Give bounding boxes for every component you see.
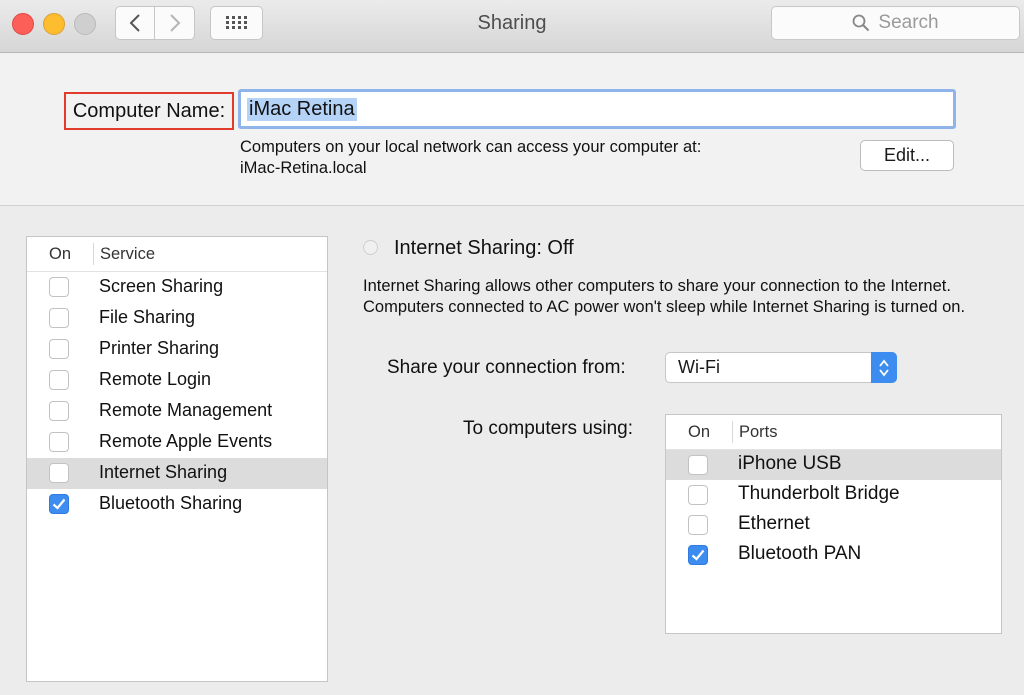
- to-computers-label: To computers using:: [463, 418, 634, 439]
- back-button[interactable]: [115, 6, 155, 40]
- zoom-window-button[interactable]: [74, 13, 96, 35]
- computer-name-value: iMac Retina: [247, 97, 357, 121]
- service-row[interactable]: Screen Sharing: [27, 272, 327, 303]
- computer-name-label: Computer Name:: [64, 92, 234, 130]
- minimize-window-button[interactable]: [43, 13, 65, 35]
- column-header-ports[interactable]: Ports: [739, 423, 778, 442]
- internet-sharing-status: Internet Sharing: Off: [394, 237, 574, 259]
- checkbox[interactable]: [49, 308, 69, 328]
- service-row[interactable]: Bluetooth Sharing: [27, 489, 327, 520]
- service-row[interactable]: Remote Management: [27, 396, 327, 427]
- edit-button[interactable]: Edit...: [860, 140, 954, 171]
- column-header-on[interactable]: On: [688, 423, 710, 442]
- port-row-label: iPhone USB: [738, 453, 842, 474]
- column-header-on[interactable]: On: [49, 245, 71, 264]
- checkbox[interactable]: [49, 339, 69, 359]
- checkbox[interactable]: [49, 463, 69, 483]
- port-row[interactable]: Thunderbolt Bridge: [666, 480, 1001, 510]
- checkbox[interactable]: [49, 277, 69, 297]
- service-row-label: File Sharing: [99, 307, 196, 327]
- port-row-label: Bluetooth PAN: [738, 543, 862, 564]
- forward-button[interactable]: [155, 6, 195, 40]
- services-table: On Service Screen Sharing File Sharing Pri…: [26, 236, 328, 682]
- service-row[interactable]: File Sharing: [27, 303, 327, 334]
- service-row[interactable]: Internet Sharing: [27, 458, 327, 489]
- search-icon: [852, 14, 870, 32]
- checkbox[interactable]: [688, 455, 708, 475]
- ports-table: On Ports iPhone USB Thunderbolt Bridge Eth…: [665, 414, 1002, 634]
- port-row[interactable]: Ethernet: [666, 510, 1001, 540]
- service-row-label: Remote Login: [99, 369, 212, 389]
- port-row[interactable]: iPhone USB: [666, 450, 1001, 480]
- services-header: On Service: [27, 237, 327, 272]
- service-row[interactable]: Remote Apple Events: [27, 427, 327, 458]
- checkmark-icon: [52, 498, 66, 510]
- show-all-button[interactable]: [210, 6, 263, 40]
- service-row-label: Remote Apple Events: [99, 431, 273, 451]
- ports-list: iPhone USB Thunderbolt Bridge Ethernet Blue…: [666, 450, 1001, 570]
- grid-icon: [225, 16, 247, 29]
- port-row-label: Ethernet: [738, 513, 810, 534]
- port-row[interactable]: Bluetooth PAN: [666, 540, 1001, 570]
- column-header-service[interactable]: Service: [100, 245, 155, 264]
- checkbox[interactable]: [49, 494, 69, 514]
- close-window-button[interactable]: [12, 13, 34, 35]
- ports-header: On Ports: [666, 415, 1001, 450]
- service-row-label: Internet Sharing: [99, 462, 228, 482]
- share-from-value: Wi-Fi: [678, 357, 720, 377]
- checkbox[interactable]: [49, 401, 69, 421]
- column-divider: [732, 421, 733, 443]
- share-from-label: Share your connection from:: [387, 357, 626, 378]
- internet-sharing-description: Internet Sharing allows other computers …: [363, 277, 966, 316]
- checkbox[interactable]: [688, 515, 708, 535]
- checkbox[interactable]: [49, 432, 69, 452]
- service-row-label: Screen Sharing: [99, 276, 224, 296]
- share-from-select[interactable]: Wi-Fi: [665, 352, 897, 383]
- services-list: Screen Sharing File Sharing Printer Sharin…: [27, 272, 327, 520]
- search-placeholder: Search: [878, 12, 939, 33]
- local-hostname: iMac-Retina.local: [240, 159, 367, 177]
- network-access-text: Computers on your local network can acce…: [240, 138, 702, 156]
- checkbox[interactable]: [688, 545, 708, 565]
- port-row-label: Thunderbolt Bridge: [738, 483, 900, 504]
- checkmark-icon: [691, 549, 705, 561]
- checkbox[interactable]: [688, 485, 708, 505]
- chevron-right-icon: [169, 14, 180, 32]
- checkbox[interactable]: [49, 370, 69, 390]
- computer-name-description: Computers on your local network can acce…: [240, 137, 701, 179]
- computer-name-field[interactable]: iMac Retina: [238, 89, 956, 129]
- column-divider: [93, 243, 94, 265]
- service-row-label: Bluetooth Sharing: [99, 493, 243, 513]
- status-indicator-off: [363, 240, 378, 255]
- service-row[interactable]: Printer Sharing: [27, 334, 327, 365]
- title-bar: Sharing Search: [0, 0, 1024, 53]
- service-row-label: Remote Management: [99, 400, 273, 420]
- service-row-label: Printer Sharing: [99, 338, 220, 358]
- updown-arrows-icon: [871, 352, 897, 383]
- chevron-left-icon: [129, 14, 140, 32]
- search-field[interactable]: Search: [771, 6, 1020, 40]
- service-row[interactable]: Remote Login: [27, 365, 327, 396]
